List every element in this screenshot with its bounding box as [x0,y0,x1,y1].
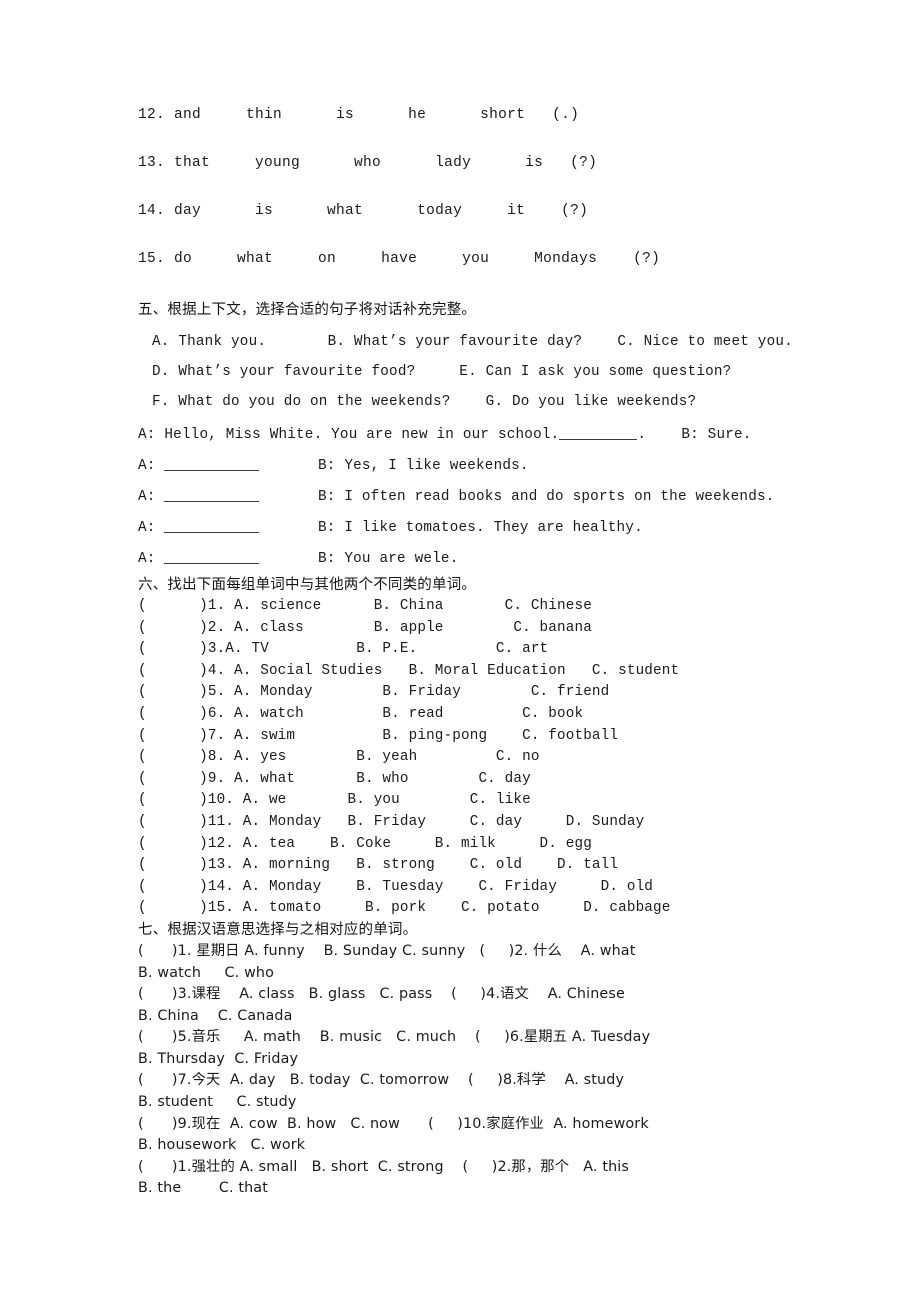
choice-item[interactable]: ( )1. 星期日 A. funny B. Sunday C. sunny ( … [138,941,838,963]
choice-item[interactable]: ( )2. A. class B. apple C. banana [138,618,838,640]
dialogue-speaker-b: B: You are wele. [318,551,459,567]
choice-item[interactable]: ( )10. A. we B. you C. like [138,790,838,812]
dialogue-speaker-a: A: [138,544,318,575]
choice-item[interactable]: ( )11. A. Monday B. Friday C. day D. Sun… [138,812,838,834]
dialogue-speaker-a: A: [138,482,318,513]
item-words: and thin is he short (.) [174,107,580,123]
choice-item[interactable]: ( )7.今天 A. day B. today C. tomorrow ( )8… [138,1070,838,1092]
choice-item[interactable]: ( )1. A. science B. China C. Chinese [138,596,838,618]
choice-item[interactable]: ( )5. A. Monday B. Friday C. friend [138,682,838,704]
choice-item[interactable]: ( )6. A. watch B. read C. book [138,704,838,726]
dialogue-speaker-b: B: I like tomatoes. They are healthy. [318,520,643,536]
item-number: 12. [138,107,166,123]
item-number: 14. [138,203,166,219]
choice-item[interactable]: ( )1.强壮的 A. small B. short C. strong ( )… [138,1157,838,1179]
choice-item[interactable]: ( )9. A. what B. who C. day [138,769,838,791]
item-number: 15. [138,251,166,267]
dialogue-speaker-b: B: Yes, I like weekends. [318,458,529,474]
item-words: day is what today it (?) [174,203,589,219]
answer-blank[interactable] [164,488,260,503]
choice-item[interactable]: ( )5.音乐 A. math B. music C. much ( )6.星期… [138,1027,838,1049]
choice-item[interactable]: ( )14. A. Monday B. Tuesday C. Friday D.… [138,877,838,899]
worksheet-page: 12. and thin is he short (.) 13. that yo… [0,0,920,1302]
choice-item-continuation[interactable]: B. student C. study [138,1092,838,1114]
choice-item-continuation[interactable]: B. the C. that [138,1178,838,1200]
choice-item[interactable]: ( )3.课程 A. class B. glass C. pass ( )4.语… [138,984,838,1006]
dialogue-intro-text: A: Hello, Miss White. You are new in our… [138,427,560,443]
section-five-option-line: A. Thank you. B. What’s your favourite d… [152,334,793,350]
dialogue-intro-line: A: Hello, Miss White. You are new in our… [138,420,838,451]
dialogue-row: A: B: You are wele. [138,544,838,575]
answer-blank[interactable] [164,457,260,472]
scrambled-sentence-item: 12. and thin is he short (.) [138,108,838,156]
dialogue-row: A: B: I like tomatoes. They are healthy. [138,513,838,544]
section-seven-item-list: ( )1. 星期日 A. funny B. Sunday C. sunny ( … [138,941,838,1200]
item-words: do what on have you Mondays (?) [174,251,661,267]
dialogue-speaker-a: A: [138,451,318,482]
section-five-heading: 五、根据上下文，选择合适的句子将对话补充完整。 [138,302,477,318]
answer-blank[interactable] [164,519,260,534]
choice-item[interactable]: ( )9.现在 A. cow B. how C. now ( )10.家庭作业 … [138,1114,838,1136]
choice-item[interactable]: ( )12. A. tea B. Coke B. milk D. egg [138,834,838,856]
choice-item-continuation[interactable]: B. China C. Canada [138,1006,838,1028]
choice-item-continuation[interactable]: B. watch C. who [138,963,838,985]
section-five-option-line: D. What’s your favourite food? E. Can I … [152,364,732,380]
speaker-a-label: A: [138,489,156,505]
scrambled-sentence-list: 12. and thin is he short (.) 13. that yo… [138,108,838,300]
dialogue-intro-tail: . B: Sure. [637,427,752,443]
dialogue-speaker-a: A: [138,513,318,544]
choice-item[interactable]: ( )8. A. yes B. yeah C. no [138,747,838,769]
scrambled-sentence-item: 15. do what on have you Mondays (?) [138,252,838,300]
answer-blank[interactable] [559,426,638,441]
choice-item[interactable]: ( )15. A. tomato B. pork C. potato D. ca… [138,898,838,920]
choice-item[interactable]: ( )13. A. morning B. strong C. old D. ta… [138,855,838,877]
choice-item-continuation[interactable]: B. Thursday C. Friday [138,1049,838,1071]
dialogue-row: A: B: I often read books and do sports o… [138,482,838,513]
choice-item[interactable]: ( )7. A. swim B. ping-pong C. football [138,726,838,748]
section-six-item-list: ( )1. A. science B. China C. Chinese ( )… [138,596,838,920]
dialogue-row: A: B: Yes, I like weekends. [138,451,838,482]
scrambled-sentence-item: 14. day is what today it (?) [138,204,838,252]
section-five-option-line: F. What do you do on the weekends? G. Do… [152,394,697,410]
section-seven-heading: 七、根据汉语意思选择与之相对应的单词。 [138,921,418,938]
answer-blank[interactable] [164,550,260,565]
worksheet-content: 12. and thin is he short (.) 13. that yo… [138,108,838,1200]
section-six-heading: 六、找出下面每组单词中与其他两个不同类的单词。 [138,577,477,593]
choice-item[interactable]: ( )3.A. TV B. P.E. C. art [138,639,838,661]
speaker-a-label: A: [138,458,156,474]
choice-item-continuation[interactable]: B. housework C. work [138,1135,838,1157]
speaker-a-label: A: [138,520,156,536]
choice-item[interactable]: ( )4. A. Social Studies B. Moral Educati… [138,661,838,683]
dialogue-speaker-b: B: I often read books and do sports on t… [318,489,775,505]
scrambled-sentence-item: 13. that young who lady is (?) [138,156,838,204]
speaker-a-label: A: [138,551,156,567]
item-number: 13. [138,155,166,171]
item-words: that young who lady is (?) [174,155,598,171]
